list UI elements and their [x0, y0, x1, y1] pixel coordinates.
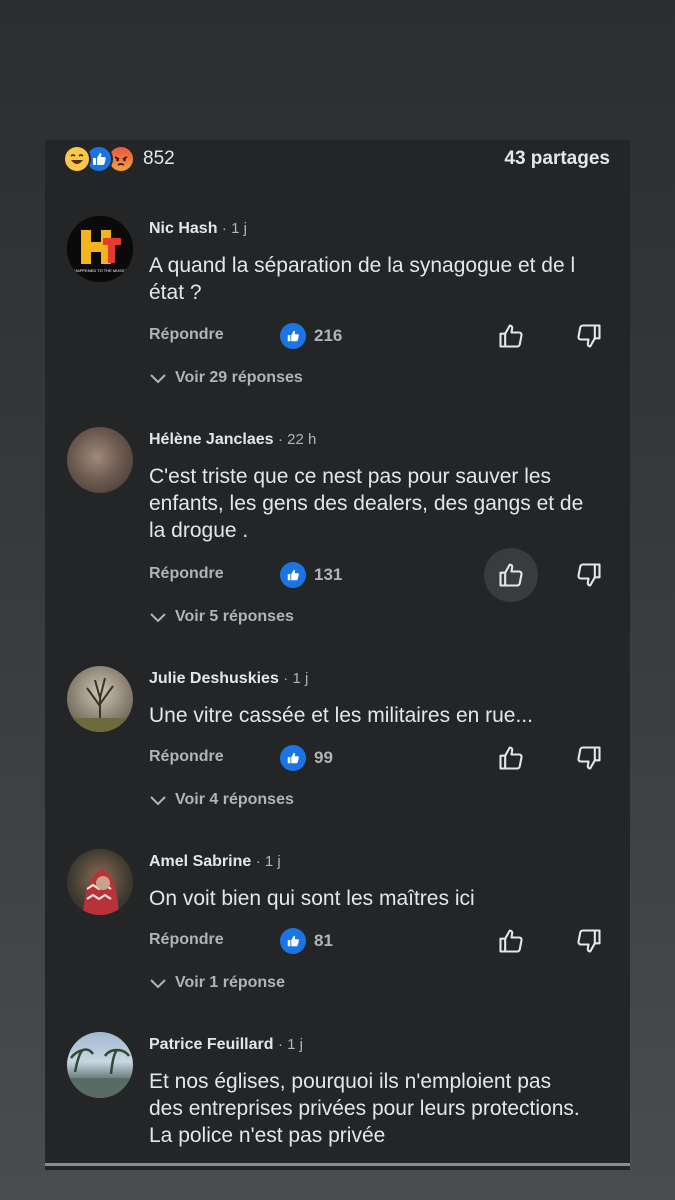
author-name[interactable]: Hélène Janclaes: [149, 431, 274, 448]
like-badge-icon: [280, 745, 306, 771]
reply-button[interactable]: Répondre: [149, 748, 224, 766]
comment-text: C'est triste que ce nest pas pour sauver…: [149, 463, 619, 544]
author-name[interactable]: Amel Sabrine: [149, 853, 251, 870]
reaction-summary: 852 43 partages: [63, 144, 610, 174]
avatar[interactable]: [67, 849, 133, 915]
view-replies-link[interactable]: Voir 29 réponses: [149, 369, 303, 387]
comment-text-line: Et nos églises, pourquoi ils n'emploient…: [149, 1070, 552, 1093]
view-replies-link[interactable]: Voir 1 réponse: [149, 974, 285, 992]
comment-text-line: On voit bien qui sont les maîtres ici: [149, 887, 475, 910]
avatar[interactable]: HAPPENED TO THE MUSIC: [67, 216, 133, 282]
like-count-group[interactable]: 131: [280, 562, 342, 588]
comment-text-line: enfants, les gens des dealers, des gangs…: [149, 492, 584, 515]
like-badge-icon: [280, 323, 306, 349]
comment-text: On voit bien qui sont les maîtres ici: [149, 885, 619, 912]
comment-header: Patrice Feuillard · 1 j: [149, 1036, 303, 1054]
chevron-down-icon: [150, 796, 166, 806]
author-name[interactable]: Nic Hash: [149, 220, 217, 237]
reactions-group[interactable]: 852: [63, 145, 175, 173]
comment-text-line: des entreprises privées pour leurs prote…: [149, 1097, 580, 1120]
like-count: 216: [314, 326, 343, 345]
thumbs-down-icon[interactable]: [574, 743, 604, 773]
share-count[interactable]: 43 partages: [504, 148, 610, 170]
thumbs-up-icon[interactable]: [484, 548, 538, 602]
comment-text-line: Une vitre cassée et les militaires en ru…: [149, 704, 533, 727]
reaction-count: 852: [143, 148, 175, 169]
thumbs-up-icon[interactable]: [496, 321, 526, 351]
view-replies-label: Voir 4 réponses: [175, 791, 294, 808]
like-count-group[interactable]: 99: [280, 745, 333, 771]
author-name[interactable]: Patrice Feuillard: [149, 1036, 274, 1053]
author-name[interactable]: Julie Deshuskies: [149, 670, 279, 687]
thumbs-down-icon[interactable]: [574, 321, 604, 351]
comment-text-line: A quand la séparation de la synagogue et…: [149, 254, 576, 277]
timestamp[interactable]: · 1 j: [256, 853, 281, 870]
svg-text:HAPPENED TO THE MUSIC: HAPPENED TO THE MUSIC: [74, 268, 126, 273]
like-count-group[interactable]: 81: [280, 928, 333, 954]
comment-header: Nic Hash · 1 j: [149, 220, 247, 238]
timestamp[interactable]: · 22 h: [278, 431, 316, 448]
reply-button[interactable]: Répondre: [149, 326, 224, 344]
thumbs-up-icon[interactable]: [496, 743, 526, 773]
timestamp[interactable]: · 1 j: [283, 670, 308, 687]
avatar[interactable]: [67, 427, 133, 493]
view-replies-label: Voir 5 réponses: [175, 608, 294, 625]
like-badge-icon: [280, 562, 306, 588]
comment-text: A quand la séparation de la synagogue et…: [149, 252, 619, 306]
timestamp[interactable]: · 1 j: [278, 1036, 303, 1053]
like-count: 99: [314, 748, 333, 767]
comment-text-line: La police n'est pas privée: [149, 1124, 386, 1147]
chevron-down-icon: [150, 613, 166, 623]
view-replies-label: Voir 29 réponses: [175, 369, 303, 386]
view-replies-link[interactable]: Voir 4 réponses: [149, 791, 294, 809]
like-count: 131: [314, 565, 343, 584]
comment-header: Hélène Janclaes · 22 h: [149, 431, 316, 449]
timestamp[interactable]: · 1 j: [222, 220, 247, 237]
like-count: 81: [314, 931, 333, 950]
chevron-down-icon: [150, 979, 166, 989]
view-replies-link[interactable]: Voir 5 réponses: [149, 608, 294, 626]
comment-header: Julie Deshuskies · 1 j: [149, 670, 308, 688]
reply-button[interactable]: Répondre: [149, 565, 224, 583]
comment-text: Une vitre cassée et les militaires en ru…: [149, 702, 619, 729]
comments-panel: 852 43 partages HAPPENED TO THE MUSIC Ni…: [45, 140, 630, 1170]
comment-text: Et nos églises, pourquoi ils n'emploient…: [149, 1068, 619, 1149]
thumbs-up-icon[interactable]: [496, 926, 526, 956]
like-count-group[interactable]: 216: [280, 323, 342, 349]
like-badge-icon: [280, 928, 306, 954]
comment-text-line: C'est triste que ce nest pas pour sauver…: [149, 465, 552, 488]
haha-emoji-icon: [63, 145, 91, 173]
thumbs-down-icon[interactable]: [574, 926, 604, 956]
thumbs-down-icon[interactable]: [574, 560, 604, 590]
avatar[interactable]: [67, 1032, 133, 1098]
avatar[interactable]: [67, 666, 133, 732]
chevron-down-icon: [150, 374, 166, 384]
comment-header: Amel Sabrine · 1 j: [149, 853, 281, 871]
divider: [45, 1163, 630, 1166]
reply-button[interactable]: Répondre: [149, 931, 224, 949]
comment-text-line: état ?: [149, 281, 202, 304]
view-replies-label: Voir 1 réponse: [175, 974, 285, 991]
comment-text-line: la drogue .: [149, 519, 249, 542]
